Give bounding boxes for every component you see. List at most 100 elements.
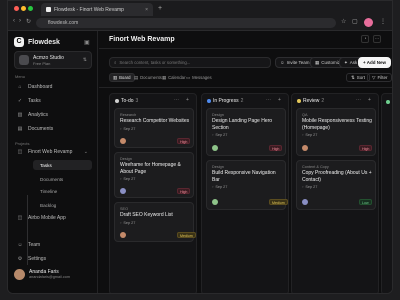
sidebar-item-dashboard[interactable]: ⌂ Dashboard <box>14 82 92 92</box>
sort-icon: ⇅ <box>351 74 355 80</box>
tab-messages[interactable]: ▭ Messages <box>183 73 215 82</box>
column-count: 2 <box>240 98 244 104</box>
subitem-tasks[interactable]: Tasks <box>33 160 92 170</box>
card-category: Design <box>120 157 132 161</box>
profile-avatar[interactable] <box>364 18 373 27</box>
avatar <box>120 188 126 194</box>
minimize-window-icon[interactable] <box>21 6 26 11</box>
card-title: Mobile Responsiveness Testing (Homepage) <box>302 118 372 131</box>
sidebar-item-documents[interactable]: ▤ Documents <box>14 124 92 134</box>
card-category: QA <box>302 113 308 117</box>
filter-button[interactable]: ▽ Filter <box>367 73 392 82</box>
card-title: Build Responsive Navigation Bar <box>212 170 276 183</box>
flowdesk-logo-icon: C <box>14 37 24 47</box>
subitem-documents[interactable]: Documents <box>33 174 92 184</box>
browser-menu-icon[interactable]: ⋮ <box>380 18 386 25</box>
brand-name: Flowdesk <box>28 38 60 46</box>
gear-icon: ⚙ <box>17 256 23 262</box>
sparkle-icon: ✦ <box>344 59 348 65</box>
card-date: ▫ Sep 27 <box>212 185 227 189</box>
sidebar-item-tasks[interactable]: ✓ Tasks <box>14 96 92 106</box>
search-input[interactable]: ⌕ Search content, tasks or something... <box>109 57 271 68</box>
priority-badge: Medium <box>269 199 288 205</box>
calendar-icon: ▫ <box>120 127 122 131</box>
invite-team-button[interactable]: ☺ Invite Team <box>275 57 315 68</box>
card-date: ▫ Sep 27 <box>120 177 135 181</box>
extensions-icon[interactable]: ▢ <box>352 18 358 25</box>
priority-badge: High <box>177 138 191 144</box>
sidebar-item-team[interactable]: ☺ Team <box>14 240 92 250</box>
notification-icon[interactable]: ◔ <box>361 35 369 43</box>
column-title: Review <box>303 98 320 104</box>
new-tab-icon[interactable]: + <box>158 5 162 12</box>
forward-icon[interactable]: › <box>19 18 21 24</box>
priority-badge: High <box>177 188 191 194</box>
more-icon[interactable]: ⋯ <box>266 97 271 103</box>
column-count: 2 <box>321 98 325 104</box>
add-icon[interactable]: + <box>278 97 281 103</box>
check-icon: ✓ <box>17 98 23 104</box>
calendar-icon: ▦ <box>162 74 167 80</box>
workspace-switcher[interactable]: Acmzo Studio Free Plan ⇅ <box>14 51 92 69</box>
bookmark-icon[interactable]: ☆ <box>341 18 346 25</box>
project-finort-web-revamp[interactable]: ◫ Finort Web Revamp ⌄ <box>14 147 92 157</box>
calendar-icon: ▫ <box>120 221 122 225</box>
add-icon[interactable]: + <box>368 97 371 103</box>
avatar <box>120 138 126 144</box>
project-label: Finort Web Revamp <box>28 149 73 155</box>
more-icon[interactable]: ⋯ <box>373 35 381 43</box>
task-card[interactable]: Content & Copy Copy Proofreading (About … <box>296 160 376 210</box>
browser-tab[interactable]: Flowdesk - Finort Web Revamp × <box>41 3 153 16</box>
maximize-window-icon[interactable] <box>28 6 33 11</box>
more-icon[interactable]: ⋯ <box>174 97 179 103</box>
add-new-button[interactable]: + Add New <box>358 57 391 68</box>
collapse-sidebar-icon[interactable]: ▣ <box>84 39 90 46</box>
divider <box>99 48 392 49</box>
status-dot <box>115 99 119 103</box>
sidebar-item-settings[interactable]: ⚙ Settings <box>14 254 92 264</box>
subitem-label: Backlog <box>40 202 57 208</box>
card-date: ▫ Sep 27 <box>302 185 317 189</box>
search-placeholder: Search content, tasks or something... <box>119 60 191 65</box>
more-icon[interactable]: ⋯ <box>356 97 361 103</box>
card-category: Design <box>212 165 224 169</box>
subitem-timeline[interactable]: Timeline <box>33 186 92 196</box>
user-plus-icon: ☺ <box>280 60 285 65</box>
sidebar-item-label: Dashboard <box>28 84 53 90</box>
project-label: Airbo Mobile App <box>28 215 66 221</box>
task-card[interactable]: Design Wireframe for Homepage & About Pa… <box>114 152 194 198</box>
back-icon[interactable]: ‹ <box>13 18 15 24</box>
reload-icon[interactable]: ↻ <box>26 18 31 25</box>
task-card[interactable]: Design Build Responsive Navigation Bar ▫… <box>206 160 288 210</box>
card-category: SEO <box>120 207 129 211</box>
avatar <box>14 269 25 280</box>
search-icon: ⌕ <box>114 60 117 65</box>
add-icon[interactable]: + <box>186 97 189 103</box>
chevron-updown-icon: ⇅ <box>82 57 87 63</box>
task-card[interactable]: Design Design Landing Page Hero Section … <box>206 108 286 156</box>
column-header: Review 2 <box>297 98 324 104</box>
chevron-down-icon: ⌄ <box>83 149 88 155</box>
card-title: Draft SEO Keyword List <box>120 212 173 218</box>
address-bar[interactable]: flowdesk.com <box>36 18 336 28</box>
card-title: Design Landing Page Hero Section <box>212 118 273 131</box>
project-airbo-mobile-app[interactable]: ◫ Airbo Mobile App <box>14 213 92 223</box>
calendar-icon: ▫ <box>120 177 122 181</box>
subitem-backlog[interactable]: Backlog <box>33 200 92 210</box>
task-card[interactable]: QA Mobile Responsiveness Testing (Homepa… <box>296 108 376 156</box>
divider <box>99 87 392 88</box>
task-card[interactable]: Research Research Competitor Websites ▫ S… <box>114 108 194 148</box>
user-profile[interactable]: Ananda Faris anandafaris@gmail.com <box>14 269 70 280</box>
close-tab-icon[interactable]: × <box>145 7 148 13</box>
close-window-icon[interactable] <box>14 6 19 11</box>
card-category: Design <box>212 113 224 117</box>
task-card[interactable]: SEO Draft SEO Keyword List ▫ Sep 27 Mediu… <box>114 202 196 242</box>
project-icon: ◫ <box>17 149 23 155</box>
column-count: 3 <box>135 98 139 104</box>
card-title: Copy Proofreading (About Us + Contact) <box>302 170 372 183</box>
tab-label: Messages <box>192 75 212 80</box>
calendar-icon: ▫ <box>302 133 304 137</box>
card-date-text: Sep 27 <box>123 177 136 181</box>
sidebar-item-analytics[interactable]: ▥ Analytics <box>14 110 92 120</box>
subitem-label: Documents <box>40 176 64 182</box>
